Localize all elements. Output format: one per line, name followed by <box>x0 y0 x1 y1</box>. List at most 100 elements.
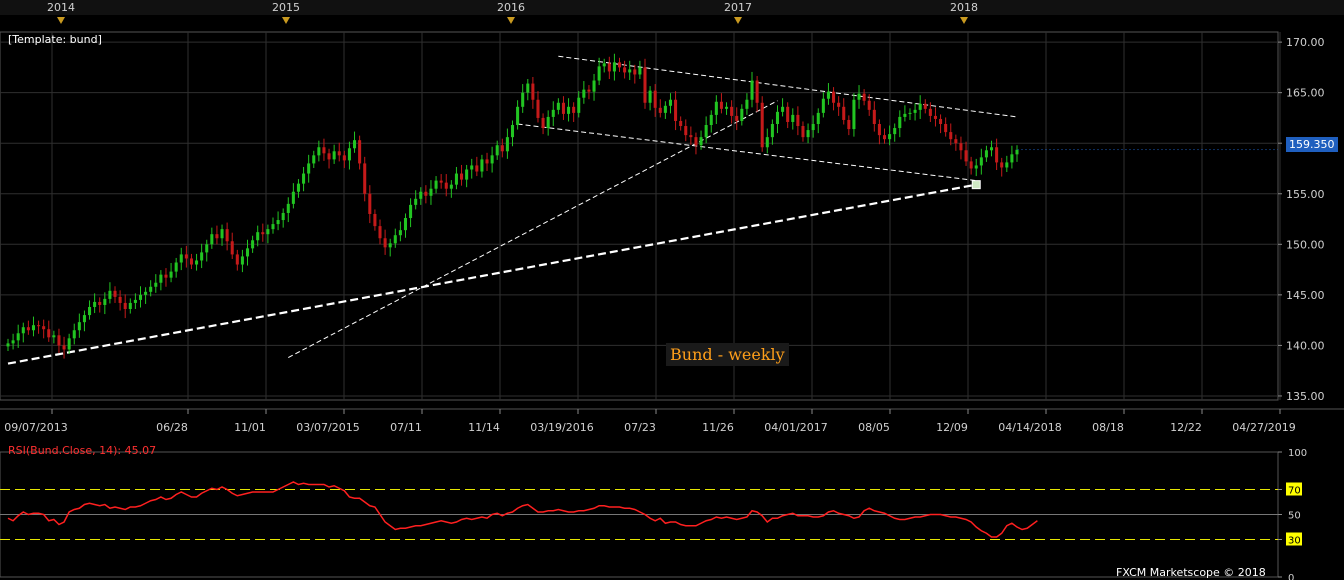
candle-body <box>704 125 708 138</box>
candle-body <box>495 145 499 156</box>
date-tick-label: 08/05 <box>858 421 890 434</box>
candle-body <box>995 147 999 163</box>
candle-body <box>888 134 892 140</box>
date-tick-label: 07/11 <box>390 421 422 434</box>
candle-body <box>826 91 830 99</box>
candle-body <box>964 150 968 162</box>
candle-body <box>867 100 871 110</box>
candle-body <box>663 105 667 113</box>
date-tick-label: 12/22 <box>1170 421 1202 434</box>
candle-body <box>276 220 280 225</box>
candle-body <box>409 204 413 219</box>
candle-body <box>480 159 484 172</box>
candle-body <box>694 137 698 146</box>
candle-body <box>388 243 392 248</box>
candle-body <box>796 114 800 127</box>
candle-body <box>403 218 408 231</box>
candle-body <box>648 90 652 103</box>
trendline-handle <box>971 180 981 190</box>
price-tick-label: 135.00 <box>1286 390 1325 403</box>
candle-body <box>240 256 244 265</box>
candle-body <box>531 83 535 100</box>
candle-body <box>251 240 255 249</box>
candle-body <box>42 326 46 330</box>
candle-body <box>989 147 994 151</box>
candle-body <box>755 80 759 103</box>
candle-body <box>154 282 158 287</box>
year-label: 2016 <box>497 1 525 14</box>
candle-body <box>342 155 346 161</box>
candle-body <box>230 241 234 255</box>
candle-body <box>714 101 718 115</box>
candle-body <box>572 106 576 113</box>
candle-body <box>933 115 937 119</box>
candle-body <box>725 106 729 109</box>
candle-body <box>138 294 143 300</box>
candle-body <box>434 180 438 189</box>
year-label: 2017 <box>724 1 752 14</box>
candle-body <box>454 173 458 185</box>
candle-body <box>123 302 127 310</box>
candle-body <box>465 169 469 180</box>
candle-body <box>266 229 270 235</box>
year-label: 2018 <box>950 1 978 14</box>
candle-body <box>893 128 897 135</box>
price-tick-label: 155.00 <box>1286 188 1325 201</box>
candle-body <box>108 290 112 299</box>
candle-body <box>541 117 545 129</box>
date-tick-label: 04/01/2017 <box>764 421 827 434</box>
candle-body <box>286 203 290 213</box>
candle-body <box>801 126 805 138</box>
candle-body <box>93 301 97 307</box>
candle-body <box>781 106 785 112</box>
candle-body <box>582 89 586 98</box>
candle-body <box>210 234 214 245</box>
candle-body <box>261 232 265 235</box>
rsi-tick-label: 0 <box>1288 573 1294 580</box>
candle-body <box>337 151 341 156</box>
candle-body <box>393 235 397 244</box>
candle-body <box>11 340 15 344</box>
candle-body <box>745 99 749 109</box>
candle-body <box>847 119 851 130</box>
candle-body <box>623 67 627 73</box>
candle-body <box>424 191 428 196</box>
price-tick-label: 165.00 <box>1286 87 1325 100</box>
candle-body <box>908 112 912 114</box>
candle-body <box>414 198 418 205</box>
rsi-tick-label: 100 <box>1288 448 1307 459</box>
candle-body <box>490 155 494 164</box>
candle-body <box>82 315 86 323</box>
candle-body <box>816 112 820 124</box>
rsi-tick-label: 70 <box>1288 486 1301 497</box>
candle-body <box>842 106 846 120</box>
candle-body <box>363 163 367 194</box>
candle-body <box>368 193 372 214</box>
candle-body <box>857 93 861 100</box>
candle-body <box>184 254 188 259</box>
candle-body <box>684 126 688 136</box>
candle-body <box>765 137 769 148</box>
candle-body <box>556 102 560 110</box>
candle-body <box>347 148 351 161</box>
candle-body <box>638 67 642 75</box>
candle-body <box>220 229 224 239</box>
candle-body <box>169 271 173 278</box>
candle-body <box>72 330 76 339</box>
candle-body <box>954 139 958 144</box>
candle-body <box>439 180 443 183</box>
candle-body <box>281 212 285 221</box>
candle-body <box>358 140 362 164</box>
date-tick-label: 11/26 <box>702 421 734 434</box>
candle-body <box>679 120 683 127</box>
candle-body <box>1010 154 1014 163</box>
candle-body <box>383 238 387 248</box>
candle-body <box>730 106 734 116</box>
candle-body <box>918 103 922 110</box>
candle-body <box>821 98 825 113</box>
candle-body <box>862 93 866 101</box>
candle-body <box>928 108 932 116</box>
candle-body <box>617 62 622 68</box>
chart-watermark: Bund - weekly <box>666 343 789 366</box>
candle-body <box>133 299 137 303</box>
